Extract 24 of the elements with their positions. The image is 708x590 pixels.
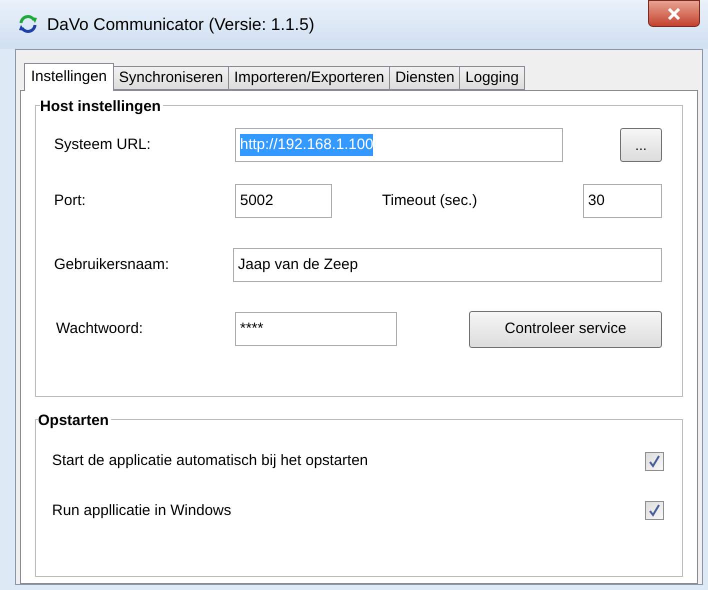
field-label: Wachtwoord: xyxy=(55,318,144,339)
tab[interactable]: Importeren/Exporteren xyxy=(229,66,390,90)
field-label: Gebruikersnaam: xyxy=(54,254,170,275)
check-service-button[interactable]: Controleer service xyxy=(469,310,662,348)
option-label: Start de applicatie automatisch bij het opstarten xyxy=(52,451,368,471)
tab[interactable]: Instellingen xyxy=(24,63,114,91)
field-label: Port: xyxy=(54,190,87,211)
field-label: Timeout (sec.) xyxy=(382,190,478,211)
window-title: DaVo Communicator (Versie: 1.1.5) xyxy=(47,14,314,36)
checkbox[interactable] xyxy=(645,452,664,471)
checkbox[interactable] xyxy=(645,501,664,520)
close-button[interactable] xyxy=(648,0,700,27)
username-field[interactable]: Jaap van de Zeep xyxy=(232,248,662,282)
tab[interactable]: Logging xyxy=(460,66,525,90)
close-icon xyxy=(667,8,681,20)
sync-icon xyxy=(17,14,39,34)
field-label: Systeem URL: xyxy=(54,134,152,155)
tab[interactable]: Diensten xyxy=(390,66,460,90)
timeout-field[interactable]: 30 xyxy=(583,184,662,218)
port-field[interactable]: 5002 xyxy=(235,184,332,218)
tab[interactable]: Synchroniseren xyxy=(114,66,230,90)
browse-button[interactable]: ... xyxy=(620,128,662,162)
password-field[interactable]: **** xyxy=(235,312,397,346)
option-label: Run appllicatie in Windows xyxy=(52,500,232,520)
